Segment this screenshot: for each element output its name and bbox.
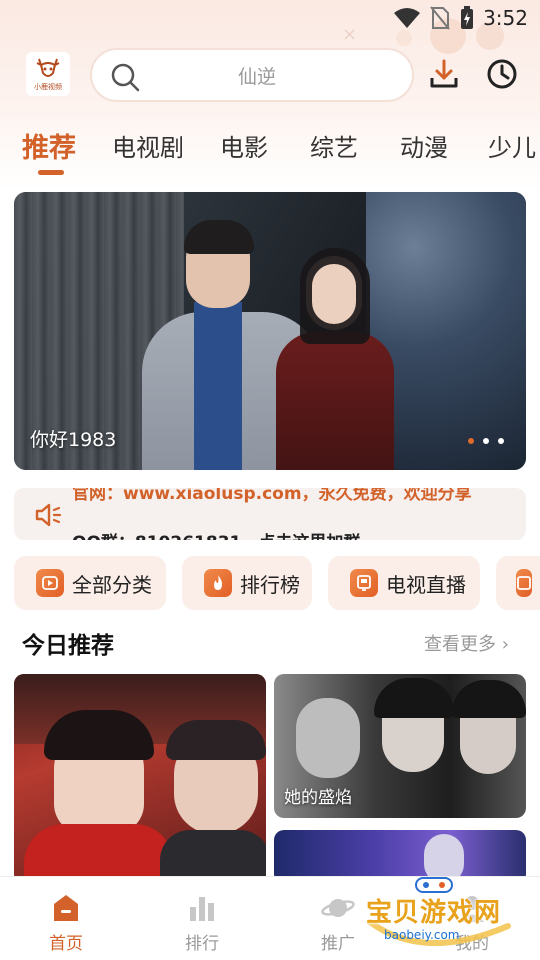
ranking-icon — [187, 891, 217, 925]
quick-link-schedule[interactable] — [496, 556, 540, 610]
quick-link-tv-live[interactable]: 电视直播 — [328, 556, 480, 610]
search-icon — [111, 63, 140, 92]
tab-tv-series[interactable]: 电视剧 — [112, 128, 184, 163]
card-poster-figure-woman-dress — [24, 824, 174, 884]
quick-link-label: 电视直播 — [386, 572, 466, 597]
card-poster-face-1 — [296, 698, 360, 778]
banner-figure-woman — [276, 332, 394, 470]
history-icon[interactable] — [486, 58, 518, 90]
nav-label: 排行 — [185, 934, 219, 954]
quick-link-ranking[interactable]: 排行榜 — [182, 556, 312, 610]
tab-variety[interactable]: 综艺 — [310, 128, 358, 163]
card-poster-hair-2 — [374, 678, 454, 718]
search-placeholder: 仙逆 — [237, 65, 276, 88]
status-bar: 3:52 — [0, 0, 540, 36]
card-poster-figure-woman-hair — [44, 710, 154, 760]
tab-anime[interactable]: 动漫 — [400, 128, 448, 163]
search-bar[interactable]: 仙逆 — [90, 48, 414, 102]
banner-figure-man-shirt — [194, 302, 242, 470]
watermark: 宝贝游戏网 baobeiy.com — [364, 872, 514, 952]
notice-text-qq-group[interactable]: QQ群：810261831，点击这里加群 — [72, 528, 360, 540]
pagination-dot[interactable] — [483, 438, 489, 444]
nav-home[interactable]: 首页 — [26, 877, 106, 960]
battery-icon — [461, 6, 473, 29]
watermark-url: baobeiy.com — [384, 928, 460, 942]
banner-pagination — [468, 438, 504, 444]
tab-recommend[interactable]: 推荐 — [22, 126, 76, 165]
tab-underline — [38, 170, 64, 175]
banner-figure-woman-face — [312, 264, 356, 324]
speaker-icon — [35, 503, 62, 527]
watermark-text: 宝贝游戏网 — [366, 898, 502, 928]
card-poster-hair-3 — [452, 680, 526, 718]
planet-icon — [321, 891, 355, 925]
play-icon — [36, 569, 64, 597]
schedule-icon — [516, 569, 532, 597]
see-more-link[interactable]: 查看更多 › — [424, 630, 509, 656]
wifi-icon — [394, 8, 420, 28]
card-poster-figure-man-hair — [166, 720, 266, 760]
pagination-dot[interactable] — [498, 438, 504, 444]
home-icon — [50, 891, 82, 925]
hero-banner[interactable]: 你好1983 — [14, 192, 526, 470]
nav-label: 首页 — [49, 934, 83, 954]
no-sim-icon — [430, 6, 450, 30]
nav-label: 推广 — [321, 934, 355, 954]
notice-bar[interactable]: 官网：www.xiaolusp.com，永久免费，欢迎分享 QQ群：810261… — [14, 488, 526, 540]
status-time: 3:52 — [483, 6, 528, 30]
video-card[interactable] — [14, 674, 266, 884]
app-logo[interactable]: 小鹿视频 — [26, 52, 70, 96]
nav-ranking[interactable]: 排行 — [162, 877, 242, 960]
pagination-dot[interactable] — [468, 438, 474, 444]
banner-figure-man-hair — [184, 220, 254, 254]
download-icon[interactable] — [428, 58, 460, 90]
category-tabs: 推荐 电视剧 电影 综艺 动漫 少儿 — [0, 124, 540, 184]
quick-link-label: 排行榜 — [240, 572, 300, 597]
tab-movies[interactable]: 电影 — [220, 128, 268, 163]
logo-text: 小鹿视频 — [34, 82, 62, 91]
quick-link-all-categories[interactable]: 全部分类 — [14, 556, 166, 610]
banner-title: 你好1983 — [30, 429, 117, 451]
card-title: 她的盛焰 — [284, 788, 352, 808]
tv-icon — [350, 569, 378, 597]
fire-icon — [204, 569, 232, 597]
tab-kids[interactable]: 少儿 — [488, 128, 536, 163]
section-title: 今日推荐 — [22, 633, 114, 659]
quick-link-label: 全部分类 — [72, 572, 152, 597]
status-icons — [394, 6, 474, 30]
video-card[interactable]: 她的盛焰 — [274, 674, 526, 818]
notice-text-website: 官网：www.xiaolusp.com，永久免费，欢迎分享 — [72, 488, 472, 504]
deer-logo-icon — [36, 58, 60, 77]
